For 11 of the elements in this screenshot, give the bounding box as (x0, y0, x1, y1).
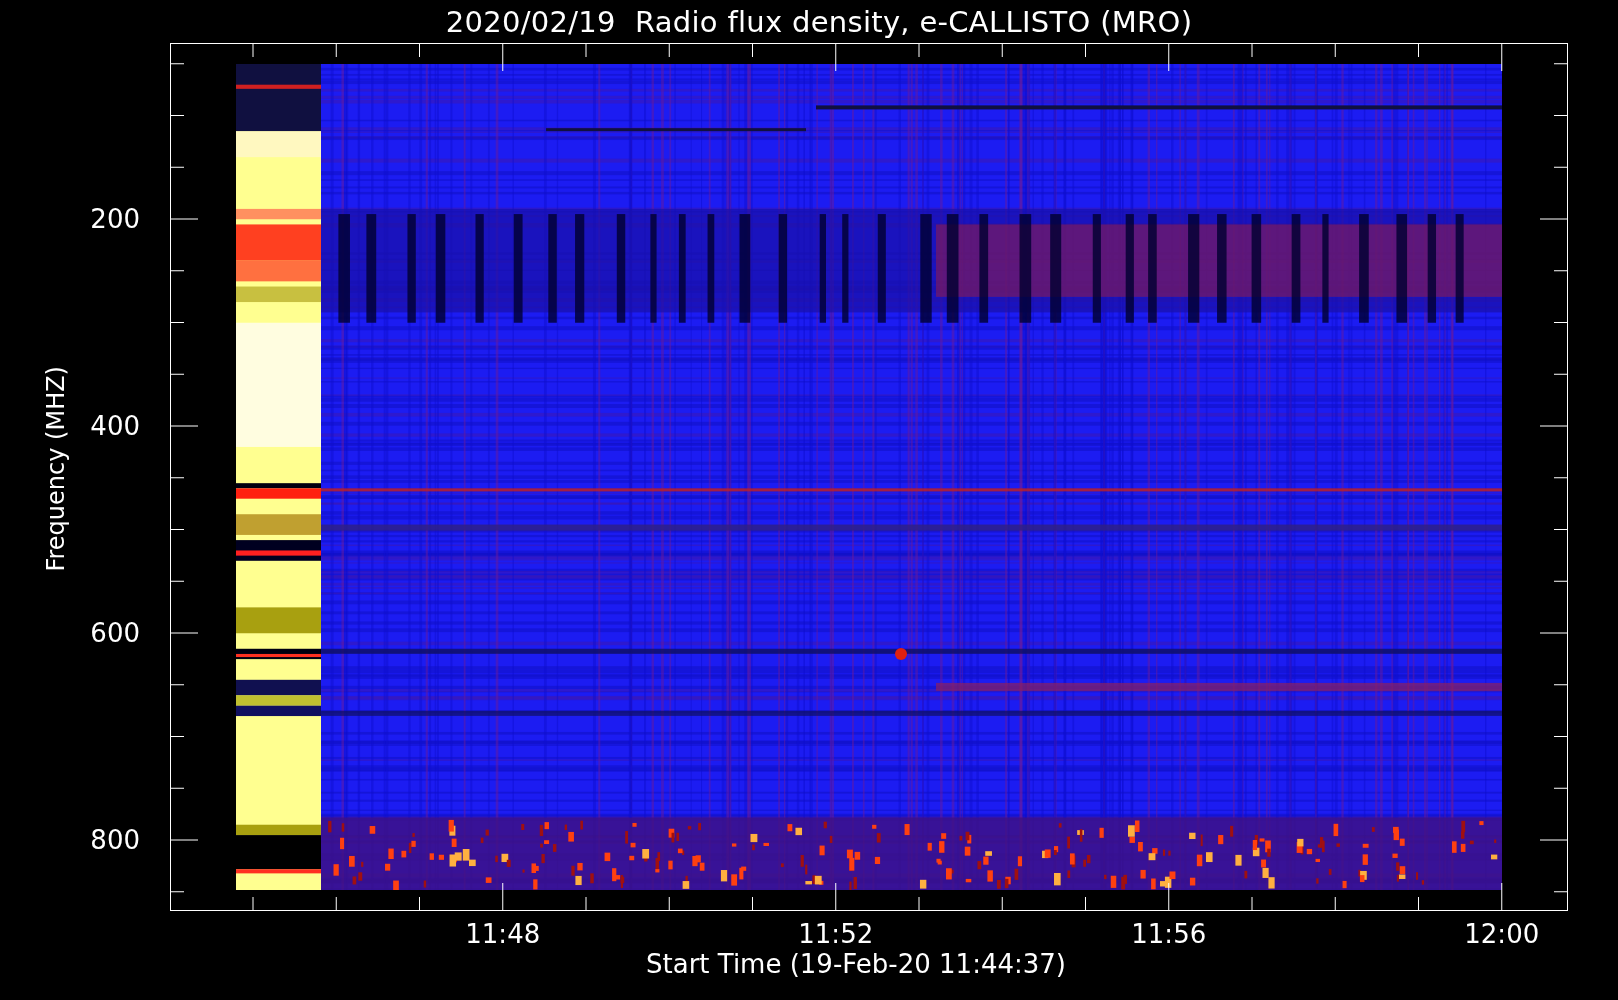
x-tick-label: 11:56 (1131, 919, 1207, 949)
x-axis-label: Start Time (19-Feb-20 11:44:37) (646, 949, 1066, 979)
y-tick-label: 400 (90, 411, 140, 441)
x-tick-label: 11:48 (465, 919, 541, 949)
x-tick-label: 11:52 (798, 919, 874, 949)
x-tick-label: 12:00 (1464, 919, 1540, 949)
y-axis-label: Frequency (MHZ) (42, 366, 71, 572)
y-tick-label: 200 (90, 204, 140, 234)
chart-title: 2020/02/19 Radio flux density, e-CALLISTO (MRO) (444, 4, 1193, 39)
y-tick-label: 800 (90, 825, 140, 855)
y-tick-label: 600 (90, 618, 140, 648)
